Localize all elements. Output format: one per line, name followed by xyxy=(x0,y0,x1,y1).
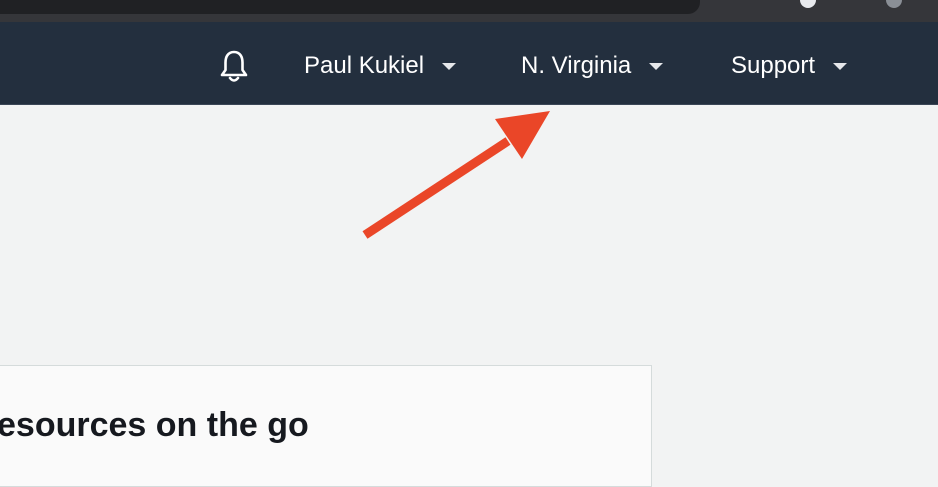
top-navigation-bar: Paul Kukiel N. Virginia Support xyxy=(0,22,938,105)
browser-extension-icon[interactable] xyxy=(800,0,816,8)
support-menu[interactable]: Support xyxy=(731,50,848,82)
bell-icon xyxy=(220,50,248,82)
region-selector[interactable]: N. Virginia xyxy=(521,50,664,82)
region-selector-label: N. Virginia xyxy=(521,52,632,79)
browser-profile-avatar[interactable] xyxy=(886,0,902,8)
resources-card: esources on the go xyxy=(0,365,652,487)
chevron-down-icon xyxy=(442,62,457,70)
annotation-arrowhead xyxy=(495,111,550,159)
notifications-button[interactable] xyxy=(216,48,252,84)
card-heading: esources on the go xyxy=(0,406,309,444)
chevron-down-icon xyxy=(649,62,664,70)
support-menu-label: Support xyxy=(731,52,816,79)
account-menu[interactable]: Paul Kukiel xyxy=(304,50,457,82)
browser-address-bar[interactable] xyxy=(0,0,700,14)
browser-chrome xyxy=(0,0,938,22)
chevron-down-icon xyxy=(833,62,848,70)
annotation-arrow-shaft xyxy=(362,137,511,239)
account-menu-label: Paul Kukiel xyxy=(304,52,425,79)
